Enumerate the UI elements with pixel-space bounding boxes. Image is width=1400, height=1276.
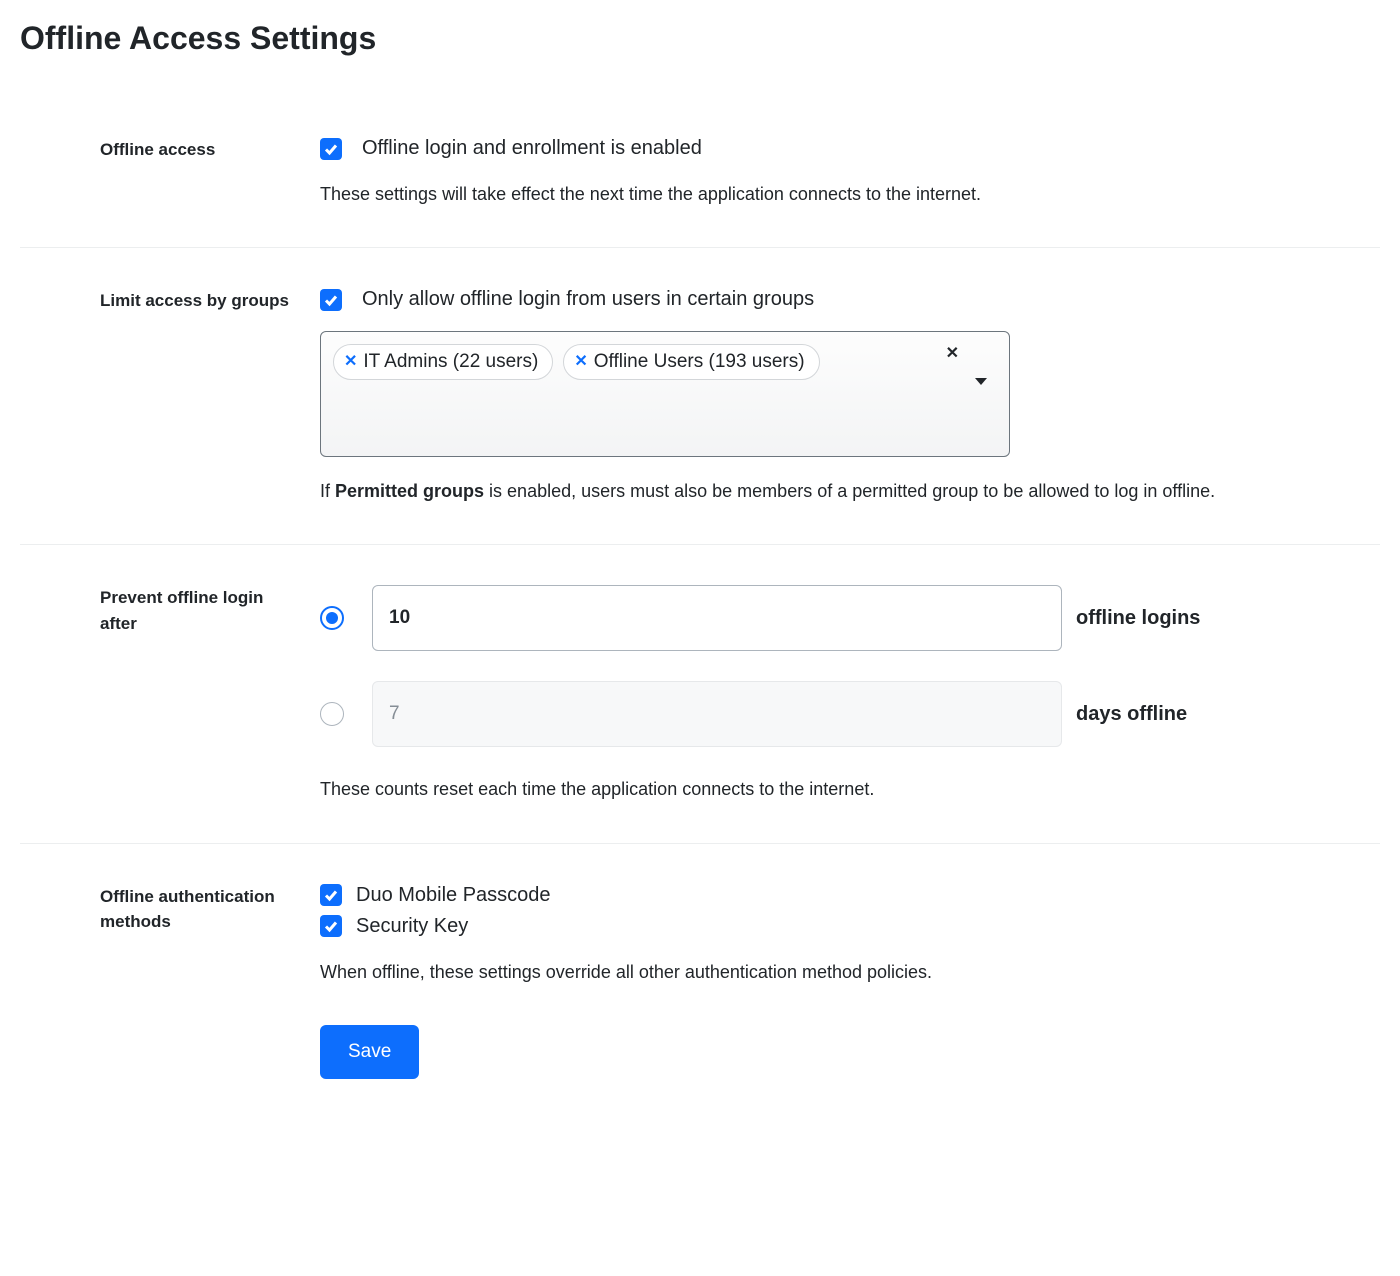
prevent-after-label: Prevent offline login after xyxy=(100,585,300,636)
method-label: Security Key xyxy=(356,915,468,938)
offline-logins-input[interactable] xyxy=(372,585,1062,651)
limit-groups-helper: If Permitted groups is enabled, users mu… xyxy=(320,479,1320,504)
prevent-after-helper: These counts reset each time the applica… xyxy=(320,777,1320,802)
save-button[interactable]: Save xyxy=(320,1025,419,1079)
chip-remove-icon[interactable]: ✕ xyxy=(344,354,357,370)
radio-days-offline[interactable] xyxy=(320,702,344,726)
groups-multiselect[interactable]: ✕ IT Admins (22 users) ✕ Offline Users (… xyxy=(320,331,1010,457)
offline-logins-suffix: offline logins xyxy=(1076,607,1200,630)
method-duo-checkbox[interactable] xyxy=(320,884,342,906)
chip-label: IT Admins (22 users) xyxy=(363,351,538,373)
checkmark-icon xyxy=(323,918,339,934)
limit-groups-checkbox[interactable] xyxy=(320,289,342,311)
section-auth-methods: Offline authentication methods Duo Mobil… xyxy=(20,844,1380,1119)
offline-access-label: Offline access xyxy=(100,137,300,163)
auth-methods-helper: When offline, these settings override al… xyxy=(320,960,1320,985)
group-chip: ✕ Offline Users (193 users) xyxy=(563,344,819,380)
chevron-down-icon[interactable] xyxy=(975,378,987,385)
checkmark-icon xyxy=(323,141,339,157)
checkmark-icon xyxy=(323,292,339,308)
offline-access-helper: These settings will take effect the next… xyxy=(320,182,1320,207)
multiselect-clear-icon[interactable]: ✕ xyxy=(946,346,959,362)
method-label: Duo Mobile Passcode xyxy=(356,884,551,907)
checkmark-icon xyxy=(323,887,339,903)
section-offline-access: Offline access Offline login and enrollm… xyxy=(20,97,1380,248)
section-limit-groups: Limit access by groups Only allow offlin… xyxy=(20,248,1380,545)
chip-label: Offline Users (193 users) xyxy=(594,351,805,373)
method-securitykey-checkbox[interactable] xyxy=(320,915,342,937)
limit-groups-checkbox-label: Only allow offline login from users in c… xyxy=(362,288,814,311)
offline-access-checkbox[interactable] xyxy=(320,138,342,160)
days-offline-input xyxy=(372,681,1062,747)
auth-methods-label: Offline authentication methods xyxy=(100,884,300,935)
days-offline-suffix: days offline xyxy=(1076,703,1187,726)
radio-offline-logins[interactable] xyxy=(320,606,344,630)
section-prevent-after: Prevent offline login after offline logi… xyxy=(20,545,1380,843)
group-chip: ✕ IT Admins (22 users) xyxy=(333,344,553,380)
limit-groups-label: Limit access by groups xyxy=(100,288,300,314)
page-title: Offline Access Settings xyxy=(20,20,1380,57)
offline-access-checkbox-label: Offline login and enrollment is enabled xyxy=(362,137,702,160)
chip-remove-icon[interactable]: ✕ xyxy=(574,354,587,370)
